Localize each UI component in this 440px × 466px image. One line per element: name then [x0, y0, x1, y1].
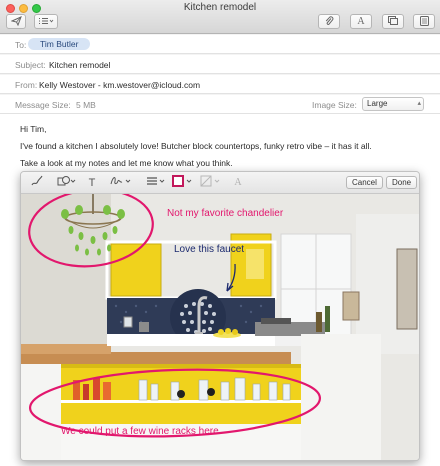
- paper-plane-icon: [9, 15, 22, 28]
- text-style-tool[interactable]: A: [227, 175, 249, 190]
- from-field[interactable]: Kelly Westover - km.westover@icloud.com: [39, 80, 200, 90]
- photo-browser-button[interactable]: [413, 14, 435, 29]
- cancel-button[interactable]: Cancel: [346, 176, 383, 189]
- browser-button[interactable]: [382, 14, 404, 29]
- message-size-label: Message Size:: [15, 100, 71, 110]
- window-icon: [388, 16, 398, 27]
- recipient-chip[interactable]: Tim Butler: [28, 38, 91, 50]
- markup-panel: T A Cancel Done Not my favorite chandeli…: [20, 171, 420, 461]
- line-style-tool[interactable]: [145, 175, 167, 190]
- text-icon: T: [88, 176, 96, 189]
- from-label: From:: [15, 80, 38, 90]
- fill-color-tool[interactable]: [199, 175, 223, 190]
- image-size-value: Large: [367, 99, 388, 108]
- mail-compose-window: Kitchen remodel A To: Tim Butler Subject…: [0, 0, 440, 466]
- kitchen-photo: Not my favorite chandelier Love this fau…: [21, 194, 419, 460]
- title-bar: Kitchen remodel A: [0, 0, 440, 34]
- border-color-tool[interactable]: [171, 175, 195, 190]
- shapes-icon: [57, 175, 77, 190]
- sketch-icon: [31, 175, 43, 190]
- image-size-select[interactable]: Large ▴: [362, 97, 424, 111]
- format-button[interactable]: A: [350, 14, 372, 29]
- send-button[interactable]: [6, 14, 26, 29]
- paperclip-icon: [324, 15, 334, 28]
- subject-field[interactable]: Kitchen remodel: [49, 60, 110, 70]
- attach-button[interactable]: [318, 14, 340, 29]
- message-size-row: Message Size: 5 MB Image Size: Large ▴: [0, 95, 440, 114]
- subject-label: Subject:: [15, 60, 46, 70]
- text-tool[interactable]: T: [85, 175, 99, 190]
- line-style-icon: [146, 175, 166, 190]
- header-fields-button[interactable]: [34, 14, 58, 29]
- to-label: To:: [15, 40, 27, 50]
- from-row: From: Kelly Westover - km.westover@iclou…: [0, 75, 440, 94]
- photo-browser-icon: [419, 15, 429, 28]
- message-size-value: 5 MB: [76, 100, 96, 110]
- chandelier-annotation[interactable]: Not my favorite chandelier: [167, 208, 283, 219]
- signature-tool[interactable]: [109, 175, 133, 190]
- window-title: Kitchen remodel: [183, 2, 257, 13]
- text-format-icon: A: [357, 16, 365, 27]
- border-color-icon: [172, 175, 194, 190]
- done-button[interactable]: Done: [386, 176, 418, 189]
- select-arrows-icon: ▴: [417, 100, 421, 107]
- body-line-2: Take a look at my notes and let me know …: [20, 158, 233, 168]
- sketch-tool[interactable]: [29, 175, 45, 190]
- subject-row: Subject: Kitchen remodel: [0, 55, 440, 74]
- body-line-1: I've found a kitchen I absolutely love! …: [20, 141, 372, 151]
- markup-toolbar: T A Cancel Done: [21, 172, 419, 194]
- greeting-text: Hi Tim,: [20, 124, 47, 134]
- to-row: To: Tim Butler: [0, 35, 440, 54]
- text-style-icon: A: [234, 177, 242, 188]
- wine-rack-annotation[interactable]: We could put a few wine racks here: [61, 426, 219, 437]
- list-icon: [38, 17, 54, 27]
- shapes-tool[interactable]: [55, 175, 79, 190]
- signature-icon: [110, 175, 132, 190]
- fill-color-icon: [200, 175, 222, 190]
- image-size-label: Image Size:: [312, 100, 357, 110]
- faucet-annotation[interactable]: Love this faucet: [174, 244, 244, 255]
